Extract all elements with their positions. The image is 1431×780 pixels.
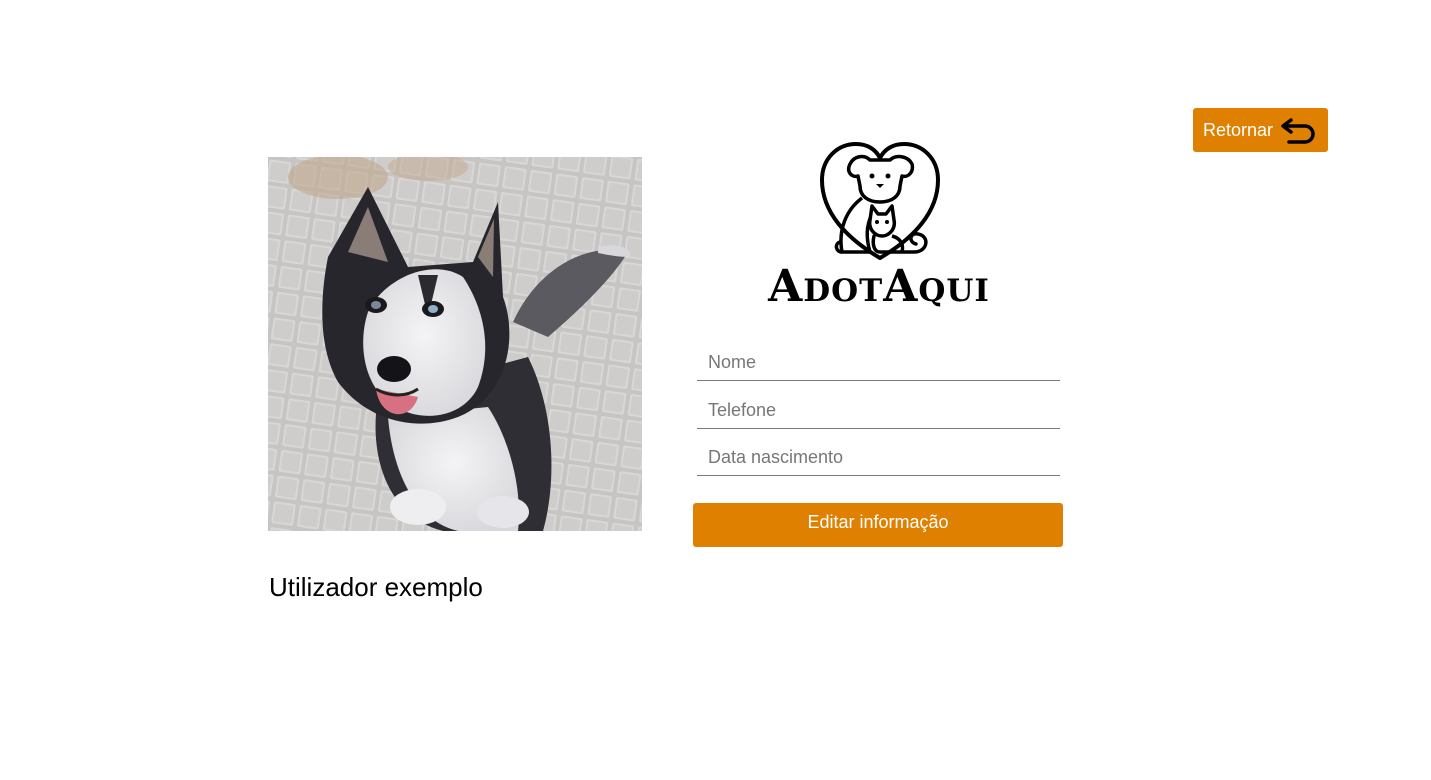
husky-dog-photo: [268, 157, 642, 531]
brand-logo: AdotAqui: [750, 140, 1010, 312]
user-name: Utilizador exemplo: [269, 572, 483, 602]
name-input[interactable]: [697, 345, 1060, 381]
profile-page: Retornar Utilizador exemplo AdotAqui Nom…: [0, 0, 1431, 780]
return-arrow-icon: [1281, 118, 1315, 144]
back-button[interactable]: Retornar: [1193, 108, 1328, 152]
brand-name: AdotAqui: [768, 261, 990, 312]
back-button-label: Retornar: [1203, 119, 1274, 140]
profile-photo: [268, 157, 642, 531]
phone-input[interactable]: [697, 393, 1060, 429]
birthdate-input[interactable]: [697, 440, 1060, 476]
edit-info-button[interactable]: Editar informação: [693, 503, 1063, 547]
heart-dog-cat-logo: [820, 142, 940, 260]
